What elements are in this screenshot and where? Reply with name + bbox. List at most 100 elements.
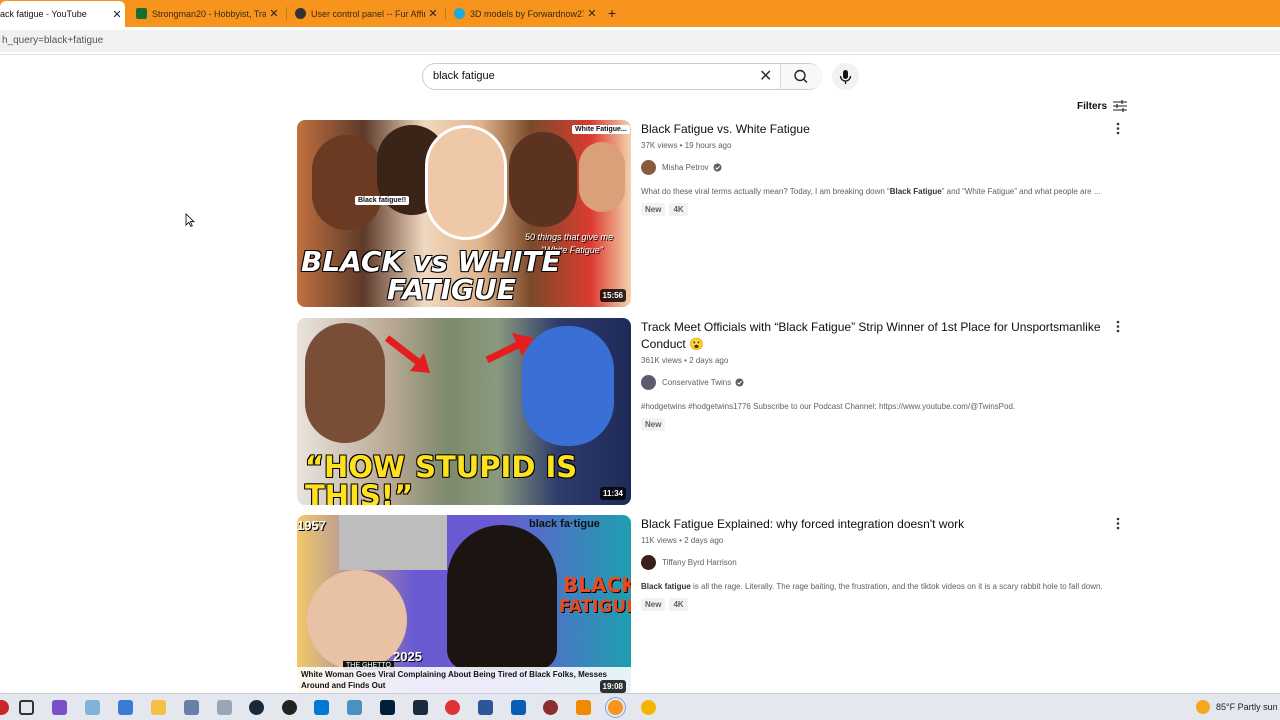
browser-tab-bar: ack fatigue - YouTube ✕ Strongman20 - Ho…: [0, 0, 1280, 27]
video-description: #hodgetwins #hodgetwins1776 Subscribe to…: [641, 402, 1121, 411]
badge-new: New: [641, 598, 666, 611]
app-icon[interactable]: [184, 700, 199, 715]
video-duration: 19:08: [599, 680, 626, 693]
badge-new: New: [641, 418, 666, 431]
video-meta: 11K views • 2 days ago: [641, 536, 724, 545]
description-highlight: Black Fatigue: [889, 187, 942, 196]
browser-icon[interactable]: [605, 697, 626, 718]
tab-close-icon[interactable]: ✕: [425, 7, 441, 20]
app-icon[interactable]: [543, 700, 558, 715]
archival-photo: [339, 515, 447, 570]
channel-name[interactable]: Tiffany Byrd Harrison: [662, 558, 737, 567]
video-thumbnail[interactable]: “HOW STUPID IS THIS!” 11:34: [297, 318, 631, 505]
channel-name[interactable]: Misha Petrov: [662, 163, 709, 172]
photoshop-icon[interactable]: [380, 700, 395, 715]
avatar[interactable]: [641, 375, 656, 390]
video-result[interactable]: Black fatigue!! White Fatigue... 50 thin…: [297, 120, 1127, 307]
person-figure: [312, 135, 382, 230]
tab-close-icon[interactable]: ✕: [584, 7, 600, 20]
arrow-icon: [384, 335, 430, 373]
channel-name[interactable]: Conservative Twins: [662, 378, 731, 387]
voice-search-button[interactable]: [832, 63, 859, 90]
thumbnail-headline: “HOW STUPID IS THIS!”: [305, 450, 578, 506]
vscode-icon[interactable]: [314, 700, 329, 715]
video-info: Black Fatigue vs. White Fatigue 37K view…: [641, 120, 1121, 216]
app-icon[interactable]: [445, 700, 460, 715]
person-figure: [447, 525, 557, 670]
address-bar-container: h_query=black+fatigue: [0, 27, 1280, 55]
description-text: #hodgetwins #hodgetwins1776 Subscribe to…: [641, 402, 1016, 411]
video-info: Track Meet Officials with “Black Fatigue…: [641, 318, 1121, 431]
thumbnail-heading: black fa·tigue: [529, 518, 600, 530]
video-thumbnail[interactable]: Black fatigue!! White Fatigue... 50 thin…: [297, 120, 631, 307]
clear-search-icon[interactable]: ✕: [759, 68, 772, 85]
badge-row: New: [641, 418, 1121, 431]
app-icon[interactable]: [641, 700, 656, 715]
tab-label: ack fatigue - YouTube: [0, 9, 87, 19]
microphone-icon: [839, 70, 852, 84]
tab-3d-models[interactable]: 3D models by Forwardnow27 ✕: [448, 2, 600, 25]
app-icon[interactable]: [217, 700, 232, 715]
site-favicon-icon: [136, 8, 147, 19]
app-icon[interactable]: [85, 700, 100, 715]
weather-text: 85°F Partly sun: [1216, 702, 1278, 712]
video-title[interactable]: Black Fatigue Explained: why forced inte…: [641, 516, 1121, 533]
file-explorer-icon[interactable]: [151, 700, 166, 715]
tab-close-icon[interactable]: ✕: [266, 7, 282, 20]
thumbnail-headline: FATIGUE: [559, 597, 631, 617]
task-view-icon[interactable]: [19, 700, 34, 715]
weather-widget[interactable]: 85°F Partly sun: [1196, 700, 1278, 714]
app-icon[interactable]: [511, 700, 526, 715]
start-button-icon[interactable]: [0, 700, 9, 715]
channel-row[interactable]: Misha Petrov: [641, 160, 1121, 175]
badge-row: New 4K: [641, 203, 1121, 216]
cube-icon: [454, 8, 465, 19]
tab-close-icon[interactable]: ✕: [109, 8, 125, 21]
tab-strongman[interactable]: Strongman20 - Hobbyist, Tradi ✕: [130, 2, 282, 25]
avatar[interactable]: [641, 160, 656, 175]
tab-separator: [286, 7, 287, 20]
filters-button[interactable]: Filters: [1077, 100, 1128, 112]
more-options-icon[interactable]: [1115, 320, 1121, 334]
new-tab-button[interactable]: +: [608, 5, 616, 21]
thumbnail-caption: 50 things that give me: [525, 232, 614, 242]
video-result[interactable]: “HOW STUPID IS THIS!” 11:34 Track Meet O…: [297, 318, 1127, 505]
more-options-icon[interactable]: [1115, 517, 1121, 531]
paw-icon: [295, 8, 306, 19]
sliders-icon: [1113, 100, 1128, 112]
video-title[interactable]: Track Meet Officials with “Black Fatigue…: [641, 319, 1121, 353]
arrow-icon: [485, 333, 534, 364]
person-figure: [579, 142, 625, 212]
badge-4k: 4K: [669, 598, 688, 611]
verified-check-icon: [713, 163, 722, 172]
tab-furaffinity[interactable]: User control panel -- Fur Affini ✕: [289, 2, 441, 25]
tab-youtube[interactable]: ack fatigue - YouTube ✕: [0, 1, 125, 27]
channel-row[interactable]: Tiffany Byrd Harrison: [641, 555, 1121, 570]
thumbnail-caption: White Fatigue...: [572, 125, 630, 134]
search-input[interactable]: black fatigue: [433, 70, 495, 82]
app-icon[interactable]: [282, 700, 297, 715]
vlc-icon[interactable]: [576, 700, 591, 715]
address-bar[interactable]: h_query=black+fatigue: [0, 30, 1280, 52]
video-thumbnail[interactable]: black fa·tigue 1957 2025 THE GHETTO BLAC…: [297, 515, 631, 693]
app-icon[interactable]: [413, 700, 428, 715]
search-button[interactable]: [781, 64, 822, 89]
channel-row[interactable]: Conservative Twins: [641, 375, 1121, 390]
video-result[interactable]: black fa·tigue 1957 2025 THE GHETTO BLAC…: [297, 515, 1127, 693]
taskbar: 85°F Partly sun: [0, 693, 1280, 720]
video-description: What do these viral terms actually mean?…: [641, 187, 1121, 196]
video-title[interactable]: Black Fatigue vs. White Fatigue: [641, 121, 1121, 138]
tab-label: Strongman20 - Hobbyist, Tradi: [152, 8, 266, 19]
avatar[interactable]: [641, 555, 656, 570]
search-box: black fatigue ✕: [422, 63, 822, 90]
calculator-icon[interactable]: [118, 700, 133, 715]
app-icon[interactable]: [347, 700, 362, 715]
tab-label: 3D models by Forwardnow27: [470, 8, 584, 19]
description-text: is all the rage. Literally. The rage bai…: [690, 582, 1103, 591]
tab-label: User control panel -- Fur Affini: [311, 8, 425, 19]
steam-icon[interactable]: [249, 700, 264, 715]
word-icon[interactable]: [478, 700, 493, 715]
video-meta: 361K views • 2 days ago: [641, 356, 729, 365]
visual-studio-icon[interactable]: [52, 700, 67, 715]
more-options-icon[interactable]: [1115, 122, 1121, 136]
